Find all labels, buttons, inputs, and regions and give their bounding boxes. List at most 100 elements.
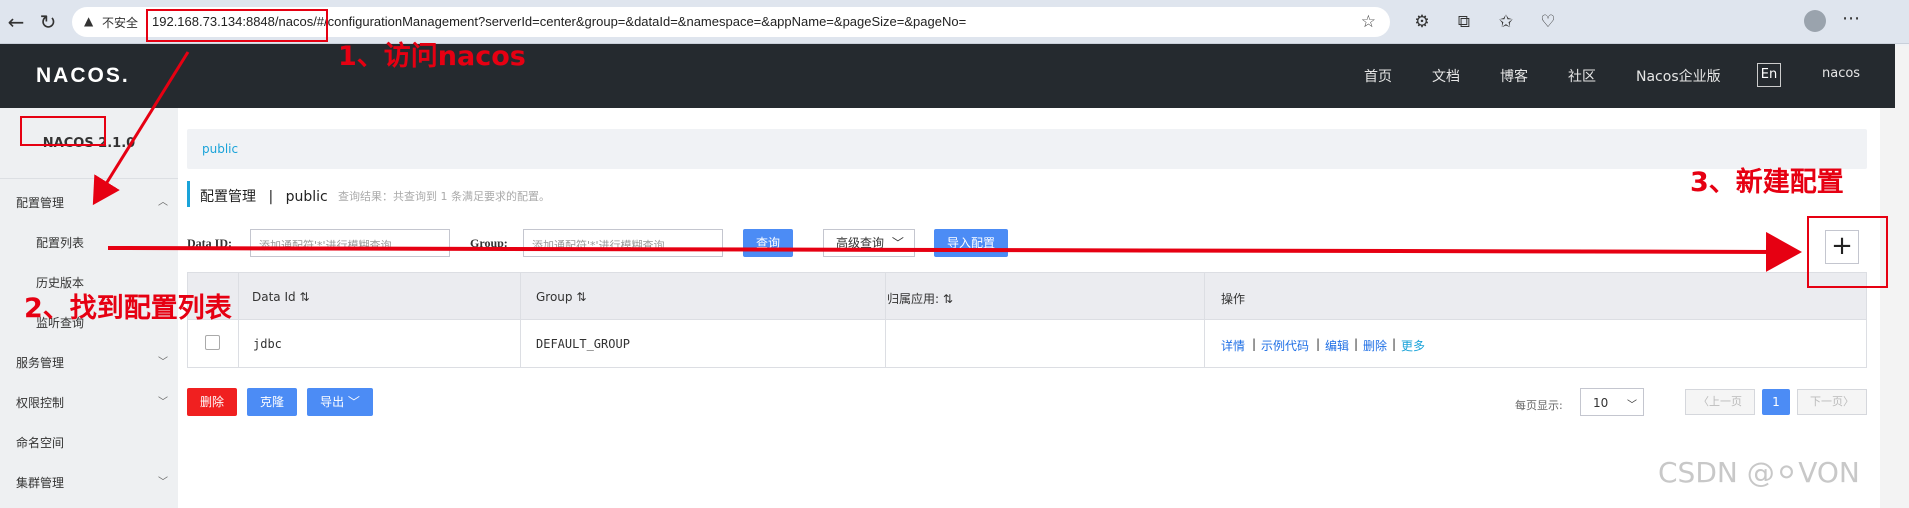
sidebar-item-config-management[interactable]: 配置管理 xyxy=(16,194,64,211)
chevron-down-icon: ﹀ xyxy=(158,477,168,488)
nav-home[interactable]: 首页 xyxy=(1364,66,1392,86)
warning-icon: ▲ xyxy=(84,14,94,28)
row-checkbox[interactable] xyxy=(205,335,220,350)
chevron-down-icon: ﹀ xyxy=(158,357,168,368)
security-label: 不安全 xyxy=(102,16,139,30)
page-title-separator: | xyxy=(268,189,274,205)
sidebar-item-service-management[interactable]: 服务管理 xyxy=(16,354,64,371)
csdn-watermark: CSDN @⚪VON xyxy=(1658,456,1860,489)
column-separator xyxy=(885,272,886,368)
column-separator xyxy=(1204,272,1205,368)
add-button-highlight-box xyxy=(1807,216,1888,288)
annotation-step2: 2、找到配置列表 xyxy=(24,293,232,324)
user-name[interactable]: nacos xyxy=(1822,66,1860,81)
next-page-button[interactable]: 下一页〉 xyxy=(1797,389,1867,415)
export-label: 导出 xyxy=(320,395,345,409)
chevron-right-icon: 〉 xyxy=(1843,395,1854,408)
sort-icon[interactable]: ⇅ xyxy=(943,292,953,306)
edit-link[interactable]: 编辑 xyxy=(1325,337,1349,354)
sidebar-divider xyxy=(0,178,178,179)
title-accent xyxy=(187,181,190,207)
chevron-down-icon: ﹀ xyxy=(347,395,360,409)
nav-enterprise[interactable]: Nacos企业版 xyxy=(1636,66,1721,86)
table-header xyxy=(187,272,1867,320)
table-row xyxy=(187,320,1867,368)
chevron-down-icon: ﹀ xyxy=(1627,400,1637,411)
export-button[interactable]: 导出 ﹀ xyxy=(307,388,373,416)
nav-docs[interactable]: 文档 xyxy=(1432,66,1460,86)
language-toggle[interactable]: En xyxy=(1757,63,1781,87)
page-title-namespace: public xyxy=(285,189,328,205)
sidebar-item-config-list[interactable]: 配置列表 xyxy=(36,234,84,251)
op-separator: | xyxy=(1354,337,1359,351)
page-title-text: 配置管理 xyxy=(200,189,256,205)
profile-avatar[interactable] xyxy=(1804,10,1826,32)
namespace-bar xyxy=(187,129,1867,169)
extensions-icon[interactable]: ⚙ xyxy=(1410,10,1434,34)
current-page[interactable]: 1 xyxy=(1762,389,1790,415)
split-screen-icon[interactable]: ⧉ xyxy=(1452,10,1476,34)
op-separator: | xyxy=(1392,337,1397,351)
column-header-app[interactable]: 归属应用: ⇅ xyxy=(887,290,953,307)
page-size-value: 10 xyxy=(1593,396,1609,410)
cell-dataid: jdbc xyxy=(253,337,282,351)
refresh-icon[interactable]: ↻ xyxy=(36,10,60,34)
batch-delete-button[interactable]: 删除 xyxy=(187,388,237,416)
app-header: NACOS. 首页 文档 博客 社区 Nacos企业版 En nacos xyxy=(0,44,1895,108)
config-list-highlight-box xyxy=(20,116,106,146)
group-input[interactable]: 添加通配符'*'进行模糊查询 xyxy=(523,229,723,257)
column-header-app-label: 归属应用: xyxy=(887,292,940,306)
column-header-group-label: Group xyxy=(536,290,573,304)
url-highlight-box xyxy=(146,9,328,42)
column-separator xyxy=(238,272,239,368)
namespace-tab-public[interactable]: public xyxy=(202,142,238,156)
column-header-dataid-label: Data Id xyxy=(252,290,296,304)
next-page-label: 下一页 xyxy=(1810,395,1843,408)
annotation-step1: 1、访问nacos xyxy=(338,41,526,72)
query-result-hint: 查询结果：共查询到 1 条满足要求的配置。 xyxy=(338,190,550,203)
more-menu-icon[interactable]: ⋯ xyxy=(1842,8,1860,29)
op-separator: | xyxy=(1252,337,1257,351)
page-size-label: 每页显示: xyxy=(1515,399,1563,412)
prev-page-label: 上一页 xyxy=(1709,395,1742,408)
prev-page-button[interactable]: 〈上一页 xyxy=(1685,389,1755,415)
query-button[interactable]: 查询 xyxy=(743,229,793,257)
favorite-star-icon[interactable]: ☆ xyxy=(1361,12,1376,32)
clone-button[interactable]: 克隆 xyxy=(247,388,297,416)
sidebar-item-cluster-management[interactable]: 集群管理 xyxy=(16,474,64,491)
chevron-down-icon: ﹀ xyxy=(891,236,904,250)
column-header-dataid[interactable]: Data Id ⇅ xyxy=(252,290,310,304)
chevron-down-icon: ﹀ xyxy=(158,397,168,408)
favorites-icon[interactable]: ✩ xyxy=(1494,10,1518,34)
column-header-actions: 操作 xyxy=(1221,292,1246,306)
op-separator: | xyxy=(1316,337,1321,351)
nav-blog[interactable]: 博客 xyxy=(1500,66,1528,86)
more-link[interactable]: 更多 xyxy=(1401,337,1425,354)
detail-link[interactable]: 详情 xyxy=(1221,337,1245,354)
delete-link[interactable]: 删除 xyxy=(1363,337,1387,354)
page-size-select[interactable]: 10 ﹀ xyxy=(1580,388,1644,416)
sample-code-link[interactable]: 示例代码 xyxy=(1261,337,1309,354)
sort-icon[interactable]: ⇅ xyxy=(576,290,586,304)
group-label: Group: xyxy=(470,236,508,250)
page-title: 配置管理 | public xyxy=(200,186,328,206)
chevron-left-icon: 〈 xyxy=(1698,395,1709,408)
chevron-up-icon: ︿ xyxy=(158,197,168,208)
cell-group: DEFAULT_GROUP xyxy=(536,337,630,351)
column-separator xyxy=(520,272,521,368)
sidebar-item-namespace[interactable]: 命名空间 xyxy=(16,434,64,451)
health-icon[interactable]: ♡ xyxy=(1536,10,1560,34)
browser-extension-icons: ⚙ ⧉ ✩ ♡ xyxy=(1410,10,1560,34)
annotation-step3: 3、新建配置 xyxy=(1690,167,1844,198)
sort-icon[interactable]: ⇅ xyxy=(299,290,309,304)
advanced-query-button[interactable]: 高级查询 ﹀ xyxy=(823,229,915,257)
column-header-group[interactable]: Group ⇅ xyxy=(536,290,586,304)
import-config-button[interactable]: 导入配置 xyxy=(934,229,1008,257)
dataid-label: Data ID: xyxy=(187,236,232,250)
dataid-input[interactable]: 添加通配符'*'进行模糊查询 xyxy=(250,229,450,257)
nacos-logo[interactable]: NACOS. xyxy=(36,64,130,88)
back-icon[interactable]: ← xyxy=(4,10,28,34)
sidebar-item-access-control[interactable]: 权限控制 xyxy=(16,394,64,411)
advanced-query-label: 高级查询 xyxy=(836,236,885,250)
nav-community[interactable]: 社区 xyxy=(1568,66,1596,86)
